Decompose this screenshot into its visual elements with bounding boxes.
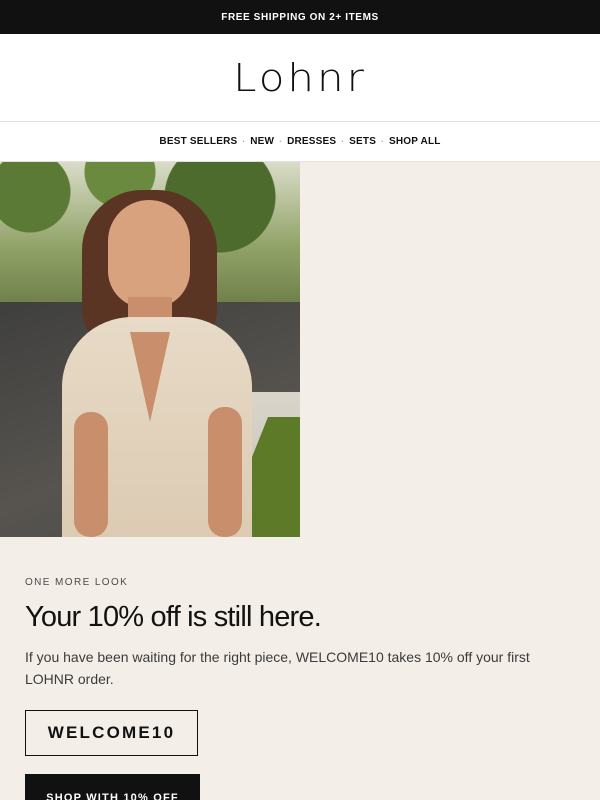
category-nav: BEST SELLERS · NEW · DRESSES · SETS · SH… (0, 122, 600, 162)
hero-image[interactable] (0, 162, 300, 537)
shop-cta-button[interactable]: SHOP WITH 10% OFF (25, 774, 200, 800)
eyebrow-text: ONE MORE LOOK (25, 577, 129, 588)
nav-link-new[interactable]: NEW (250, 136, 274, 147)
announcement-bar: FREE SHIPPING ON 2+ ITEMS (0, 0, 600, 34)
nav-separator: · (242, 137, 246, 146)
nav-separator: · (341, 137, 345, 146)
nav-link-shop-all[interactable]: SHOP ALL (389, 136, 441, 147)
promo-body: If you have been waiting for the right p… (25, 649, 530, 687)
hero-section (0, 162, 600, 537)
model-arm-left (74, 412, 108, 537)
nav-separator: · (279, 137, 283, 146)
promo-content: ONE MORE LOOK Your 10% off is still here… (0, 537, 600, 800)
discount-code-box: WELCOME10 (25, 710, 198, 756)
nav-separator: · (381, 137, 384, 146)
model-arm-right (208, 407, 242, 537)
email-header: Lohnr (0, 34, 600, 122)
hero-spacer (300, 162, 600, 537)
nav-link-sets[interactable]: SETS (349, 136, 376, 147)
announcement-text: FREE SHIPPING ON 2+ ITEMS (221, 11, 379, 23)
nav-link-best-sellers[interactable]: BEST SELLERS (159, 136, 237, 147)
nav-link-dresses[interactable]: DRESSES (287, 136, 336, 147)
brand-logo[interactable]: Lohnr (233, 55, 367, 100)
promo-headline: Your 10% off is still here. (25, 601, 322, 633)
model-face (108, 200, 190, 308)
